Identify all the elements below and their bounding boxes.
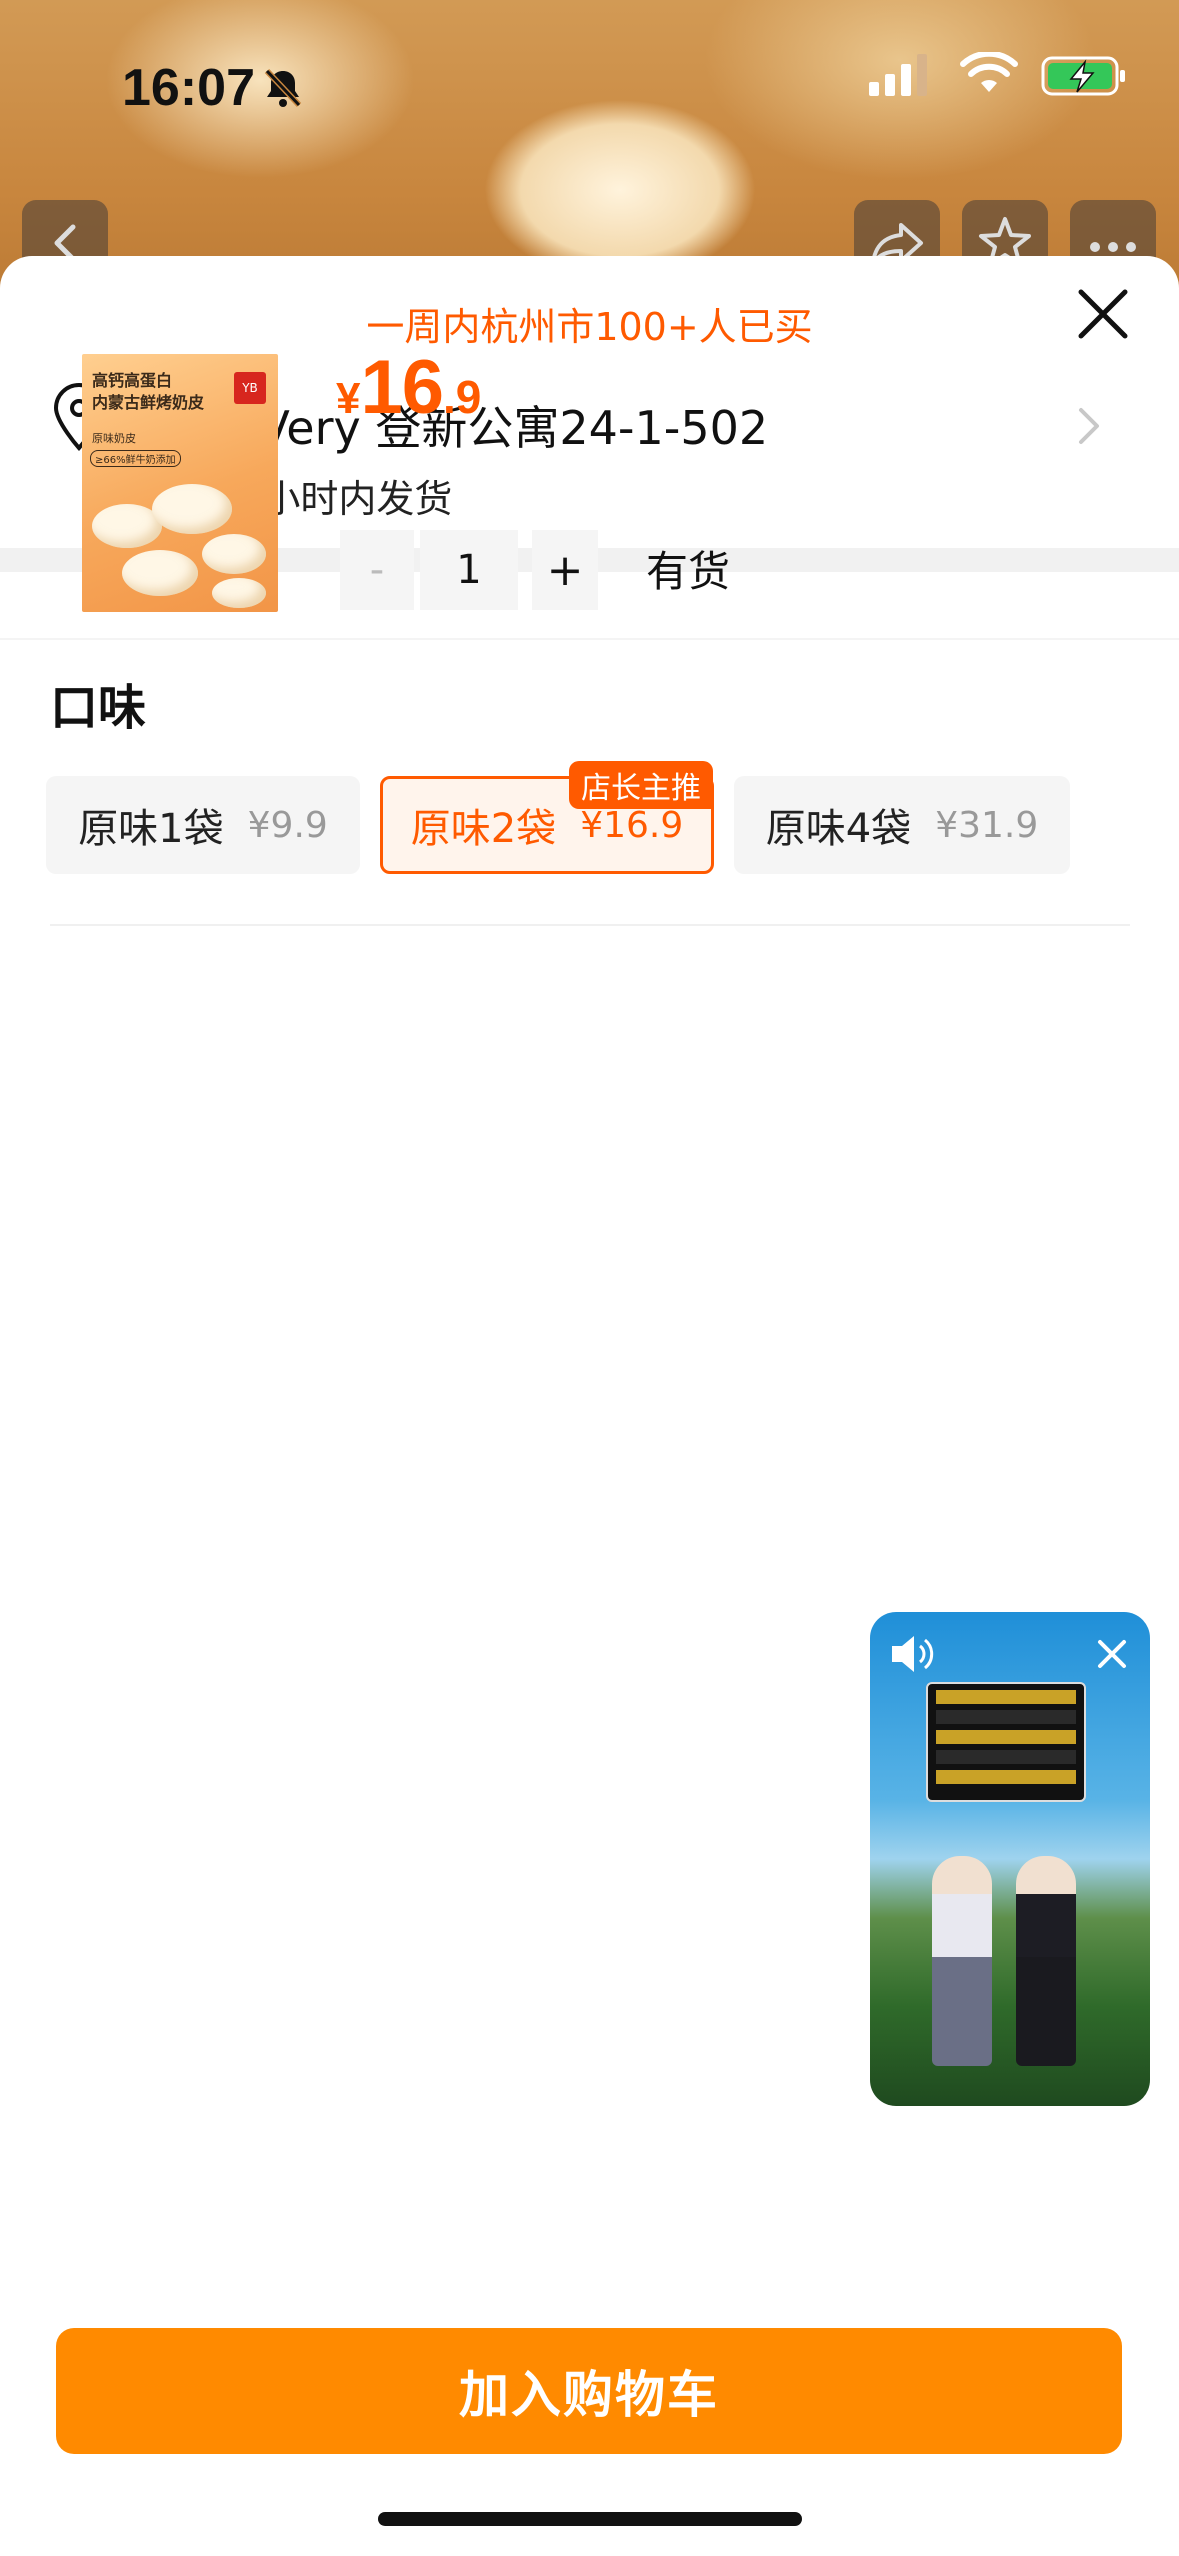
divider xyxy=(0,638,1179,640)
status-time: 16:07 xyxy=(122,58,303,118)
option-flavor-2bag[interactable]: 原味2袋 ¥16.9 店长主推 xyxy=(380,761,714,874)
close-icon[interactable] xyxy=(1084,1626,1140,1682)
close-icon[interactable] xyxy=(1071,282,1135,346)
more-icon xyxy=(1090,242,1136,252)
stock-status: 有货 xyxy=(646,547,731,596)
host-figure xyxy=(1016,1856,1076,2066)
option-flavor-1bag[interactable]: 原味1袋 ¥9.9 xyxy=(46,776,360,874)
add-to-cart-button[interactable]: 加入购物车 xyxy=(56,2328,1122,2454)
divider xyxy=(50,924,1130,926)
status-icons xyxy=(867,52,1127,100)
home-indicator[interactable] xyxy=(378,2512,802,2526)
flavor-section-title: 口味 xyxy=(50,680,147,736)
quantity-increase-button[interactable]: + xyxy=(532,530,598,610)
product-thumbnail[interactable]: 高钙高蛋白 内蒙古鲜烤奶皮 原味奶皮 ≥66%鲜牛奶添加 YB xyxy=(82,354,278,612)
live-size-chart-board xyxy=(926,1682,1086,1802)
battery-charging-icon xyxy=(1041,56,1125,96)
quantity-value[interactable]: 1 xyxy=(420,530,518,610)
brand-logo: YB xyxy=(234,372,266,404)
quantity-decrease-button[interactable]: - xyxy=(340,530,414,610)
chevron-right-icon[interactable] xyxy=(1063,396,1115,456)
wifi-icon xyxy=(960,52,1018,92)
product-price: ¥ 16 .9 xyxy=(336,345,482,430)
bell-off-icon xyxy=(264,68,302,108)
signal-icon xyxy=(869,54,927,96)
speaker-icon[interactable] xyxy=(884,1626,940,1682)
option-flavor-4bag[interactable]: 原味4袋 ¥31.9 xyxy=(734,776,1070,874)
live-stream-mini-player[interactable] xyxy=(870,1612,1150,2106)
recommended-badge: 店长主推 xyxy=(569,761,713,809)
host-figure xyxy=(932,1856,992,2066)
recent-buyers-text: 一周内杭州市100+人已买 xyxy=(366,305,813,349)
